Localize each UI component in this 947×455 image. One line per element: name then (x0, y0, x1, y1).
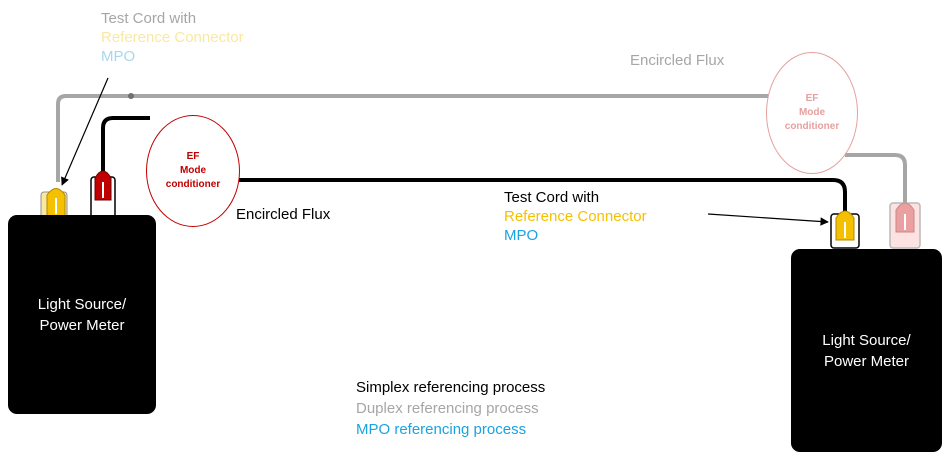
legend-simplex: Simplex referencing process (356, 379, 546, 396)
right-light-source-power-meter: Light Source/ Power Meter (791, 249, 942, 452)
right-unit-label: Light Source/ Power Meter (822, 331, 911, 370)
mid-label-line2: Reference Connector (504, 208, 647, 225)
mid-label-line3: MPO (504, 227, 539, 244)
top-test-cord-label: Test Cord with Reference Connector MPO (101, 9, 244, 66)
ef-left-label: EF Mode conditioner (165, 151, 221, 190)
left-unit-label: Light Source/ Power Meter (37, 295, 127, 334)
encircled-flux-top-label: Encircled Flux (630, 52, 725, 69)
cord-junction-dot (128, 93, 134, 99)
ef-right-label: EF Mode conditioner (784, 93, 840, 132)
top-label-line2: Reference Connector (101, 29, 244, 46)
mid-label-line1: Test Cord with (504, 189, 600, 206)
mid-test-cord-label: Test Cord with Reference Connector MPO (504, 188, 647, 245)
left-light-source-power-meter: Light Source/ Power Meter (8, 215, 156, 414)
legend: Simplex referencing process Duplex refer… (356, 377, 545, 440)
simplex-launch-cord (101, 116, 150, 172)
legend-mpo: MPO referencing process (356, 421, 527, 438)
legend-duplex: Duplex referencing process (356, 400, 539, 417)
ef-mode-conditioner-left: EF Mode conditioner (146, 115, 240, 227)
encircled-flux-mid-label: Encircled Flux (236, 206, 331, 223)
top-label-line3: MPO (101, 48, 136, 65)
top-label-line1: Test Cord with (101, 10, 197, 27)
duplex-cord-to-right-port (845, 153, 907, 205)
ef-mode-conditioner-right: EF Mode conditioner (766, 52, 858, 174)
mid-label-arrow (707, 213, 829, 226)
